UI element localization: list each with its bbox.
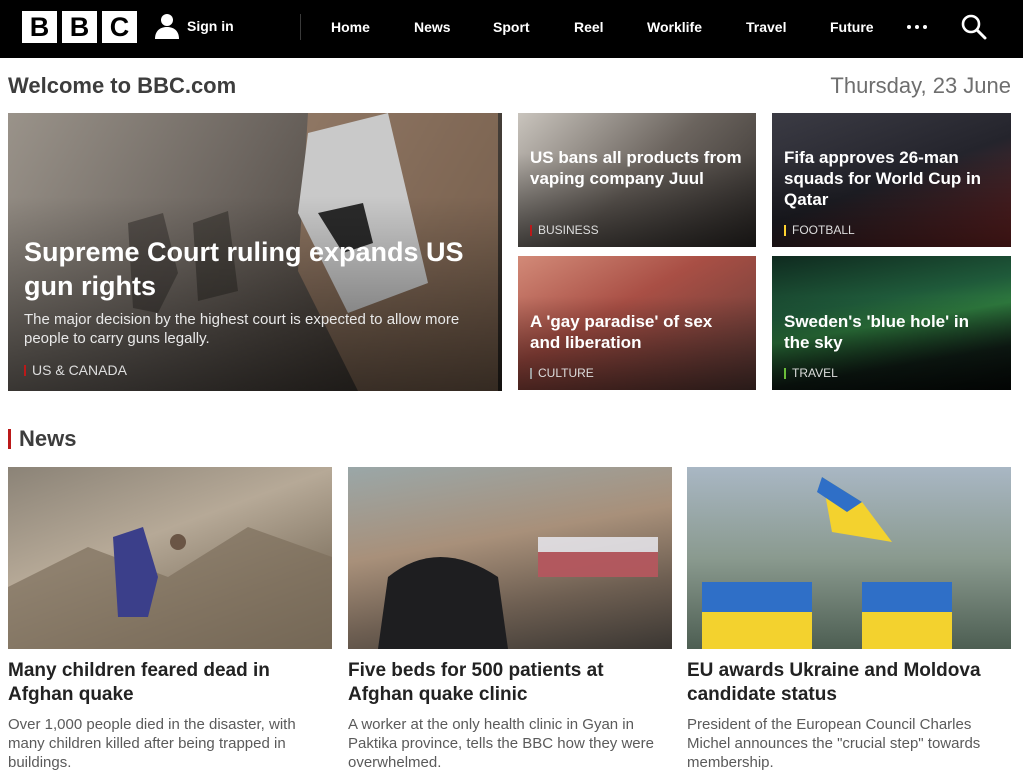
hero-tag[interactable]: US & CANADA — [24, 362, 127, 378]
card-sweden[interactable]: Sweden's 'blue hole' in the sky TRAVEL — [772, 256, 1011, 390]
tag-color-bar — [784, 367, 786, 379]
story-image-quake-rubble[interactable] — [8, 467, 332, 649]
story-summary: President of the European Council Charle… — [687, 716, 981, 771]
card-tag-football[interactable]: FOOTBALL — [784, 223, 855, 237]
ukraine-flags-illustration — [702, 477, 952, 649]
top-navigation-bar: B B C Sign in Home News Sport Reel Workl… — [0, 0, 1023, 58]
logo-letter-c: C — [102, 11, 137, 43]
search-icon[interactable] — [961, 14, 987, 40]
story-title[interactable]: Five beds for 500 patients at Afghan qua… — [348, 659, 672, 707]
hero-card-gun-rights[interactable]: Supreme Court ruling expands US gun righ… — [8, 113, 502, 391]
story-summary: Over 1,000 people died in the disaster, … — [8, 716, 296, 771]
news-story-afghan-quake[interactable]: Many children feared dead in Afghan quak… — [8, 467, 332, 772]
tag-color-bar — [530, 367, 532, 379]
nav-divider — [300, 14, 301, 40]
card-fifa[interactable]: Fifa approves 26-man squads for World Cu… — [772, 113, 1011, 247]
hero-summary: The major decision by the highest court … — [24, 311, 460, 347]
hero-tag-label: US & CANADA — [32, 362, 127, 378]
logo-letter-b1: B — [22, 11, 57, 43]
card-title-juul[interactable]: US bans all products from vaping company… — [530, 147, 745, 189]
story-summary: A worker at the only health clinic in Gy… — [348, 716, 654, 771]
tag-color-bar — [784, 224, 786, 236]
tag-color-bar — [24, 364, 26, 376]
date-label: Thursday, 23 June — [830, 73, 1011, 98]
card-tag-label: TRAVEL — [792, 366, 838, 380]
story-title[interactable]: EU awards Ukraine and Moldova candidate … — [687, 659, 1011, 707]
bbc-logo[interactable]: B B C — [22, 11, 137, 43]
card-tag-label: CULTURE — [538, 366, 594, 380]
card-title-culture[interactable]: A 'gay paradise' of sex and liberation — [530, 311, 745, 353]
hero-title[interactable]: Supreme Court ruling expands US gun righ… — [24, 235, 494, 303]
more-dots-icon[interactable] — [907, 25, 927, 29]
nav-worklife[interactable]: Worklife — [647, 19, 702, 35]
news-story-quake-clinic[interactable]: Five beds for 500 patients at Afghan qua… — [348, 467, 672, 772]
nav-sport[interactable]: Sport — [493, 19, 530, 35]
card-tag-culture[interactable]: CULTURE — [530, 366, 594, 380]
nav-travel[interactable]: Travel — [746, 19, 786, 35]
card-tag-business[interactable]: BUSINESS — [530, 223, 599, 237]
news-section-heading[interactable]: News — [8, 426, 76, 452]
tag-color-bar — [530, 224, 532, 236]
news-story-eu-ukraine[interactable]: EU awards Ukraine and Moldova candidate … — [687, 467, 1011, 772]
card-juul[interactable]: US bans all products from vaping company… — [518, 113, 756, 247]
nav-news[interactable]: News — [414, 19, 451, 35]
story-title[interactable]: Many children feared dead in Afghan quak… — [8, 659, 332, 707]
page-title: Welcome to BBC.com — [8, 73, 237, 98]
card-tag-label: BUSINESS — [538, 223, 599, 237]
sign-in-link[interactable]: Sign in — [155, 13, 234, 39]
news-section-label: News — [19, 426, 77, 451]
rubble-figure-illustration — [8, 527, 332, 649]
nav-future[interactable]: Future — [830, 19, 874, 35]
nav-home[interactable]: Home — [331, 19, 370, 35]
section-accent-bar — [8, 429, 11, 449]
card-tag-label: FOOTBALL — [792, 223, 855, 237]
story-image-clinic[interactable] — [348, 467, 672, 649]
story-image-ukraine-flags[interactable] — [687, 467, 1011, 649]
sign-in-label: Sign in — [187, 18, 234, 34]
card-culture[interactable]: A 'gay paradise' of sex and liberation C… — [518, 256, 756, 390]
card-tag-travel[interactable]: TRAVEL — [784, 366, 838, 380]
logo-letter-b2: B — [62, 11, 97, 43]
clinic-beds-illustration — [378, 537, 658, 649]
nav-reel[interactable]: Reel — [574, 19, 604, 35]
card-title-sweden[interactable]: Sweden's 'blue hole' in the sky — [784, 311, 999, 353]
card-title-fifa[interactable]: Fifa approves 26-man squads for World Cu… — [784, 147, 999, 210]
user-icon — [155, 14, 179, 39]
